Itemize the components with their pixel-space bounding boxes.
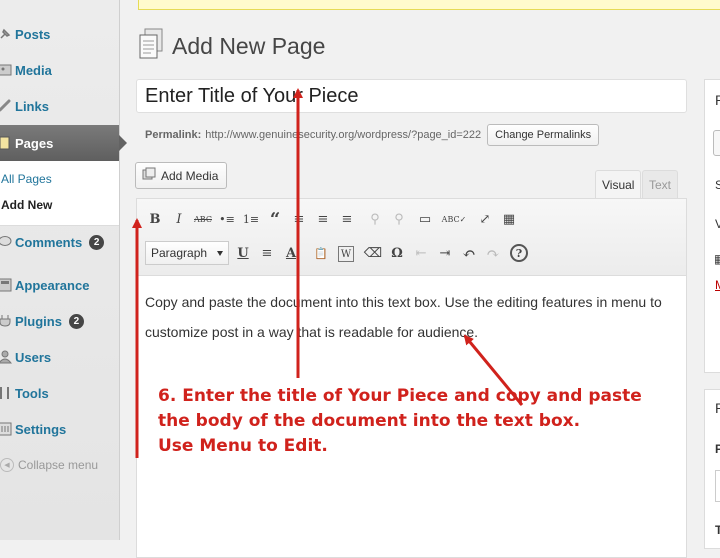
annotation-line: Use Menu to Edit. (158, 436, 328, 456)
annotation-line: the body of the document into the text b… (158, 411, 581, 431)
annotation-arrows (132, 88, 524, 458)
annotation-line: 6. Enter the title of Your Piece and cop… (158, 386, 642, 406)
instruction-annotation: 6. Enter the title of Your Piece and cop… (158, 384, 642, 459)
